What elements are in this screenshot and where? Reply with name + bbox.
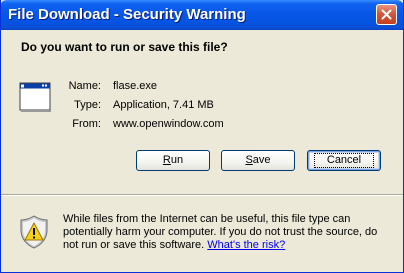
type-value: Application, 7.41 MB [113, 99, 214, 111]
whats-the-risk-link[interactable]: What's the risk? [207, 239, 285, 251]
name-label: Name: [68, 80, 101, 92]
question-heading: Do you want to run or save this file? [21, 40, 228, 54]
close-icon [381, 9, 392, 20]
warning-message: While files from the Internet can be use… [63, 213, 393, 252]
run-label: un [170, 154, 184, 166]
dialog-body: Do you want to run or save this file? Na… [1, 30, 403, 272]
divider [1, 194, 403, 196]
type-label: Type: [74, 99, 101, 111]
save-accelerator: S [245, 154, 253, 166]
save-label: ave [252, 154, 271, 166]
from-value: www.openwindow.com [113, 118, 224, 130]
cancel-label: Cancel [313, 153, 375, 168]
file-download-dialog: File Download - Security Warning Do you … [0, 0, 404, 273]
from-label: From: [72, 118, 101, 130]
window-title: File Download - Security Warning [8, 6, 246, 23]
save-button[interactable]: Save [221, 150, 295, 171]
cancel-button[interactable]: Cancel [307, 150, 381, 171]
run-accelerator: R [162, 154, 171, 166]
name-value: flase.exe [113, 80, 158, 92]
warning-shield-icon [20, 215, 48, 249]
run-button[interactable]: Run [136, 150, 210, 171]
title-bar[interactable]: File Download - Security Warning [1, 0, 403, 30]
close-button[interactable] [376, 4, 397, 25]
